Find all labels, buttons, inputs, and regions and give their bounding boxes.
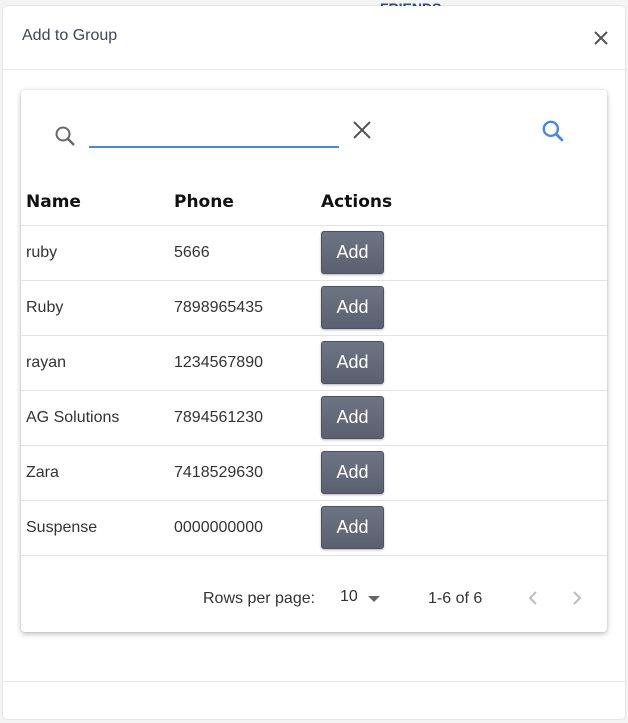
search-submit-icon[interactable] — [540, 118, 566, 144]
add-button[interactable]: Add — [321, 506, 384, 549]
search-bar — [21, 90, 607, 180]
search-icon — [55, 126, 75, 146]
contact-phone: 7898965435 — [174, 279, 321, 335]
table-row: AG Solutions 7894561230 Add — [21, 389, 607, 445]
add-button[interactable]: Add — [321, 451, 384, 494]
contact-phone: 7894561230 — [174, 389, 321, 445]
column-header-actions: Actions — [321, 192, 393, 213]
column-header-phone: Phone — [174, 192, 234, 213]
table-row: rayan 1234567890 Add — [21, 334, 607, 390]
contact-name: Suspense — [21, 499, 174, 556]
contacts-card: Name Phone Actions ruby 5666 Add Ruby 78… — [21, 90, 607, 632]
contact-name: rayan — [21, 334, 174, 390]
close-button[interactable] — [589, 26, 613, 50]
table-row: Zara 7418529630 Add — [21, 444, 607, 500]
table-row: Ruby 7898965435 Add — [21, 279, 607, 335]
next-page-button[interactable] — [565, 586, 589, 610]
contact-name: AG Solutions — [21, 389, 174, 445]
chevron-down-icon — [368, 596, 380, 602]
rows-per-page-label: Rows per page: — [203, 590, 316, 607]
add-to-group-dialog: Add to Group Name Phone Actions ruby 566… — [3, 6, 625, 719]
dialog-title: Add to Group — [22, 27, 118, 44]
rows-per-page-value: 10 — [340, 588, 358, 605]
table-header-row: Name Phone Actions — [21, 180, 607, 225]
add-button[interactable]: Add — [321, 341, 384, 384]
pagination-range: 1-6 of 6 — [428, 590, 483, 607]
add-button[interactable]: Add — [321, 231, 384, 274]
contact-phone: 1234567890 — [174, 334, 321, 390]
contact-phone: 5666 — [174, 224, 321, 280]
table-row: ruby 5666 Add — [21, 224, 607, 280]
contact-name: ruby — [21, 224, 174, 280]
dialog-header: Add to Group — [3, 6, 625, 70]
previous-page-button[interactable] — [521, 586, 545, 610]
add-button[interactable]: Add — [321, 286, 384, 329]
column-header-name: Name — [26, 192, 81, 213]
clear-icon[interactable] — [350, 118, 374, 142]
add-button[interactable]: Add — [321, 396, 384, 439]
rows-per-page-select[interactable]: 10 — [340, 588, 384, 610]
contact-phone: 0000000000 — [174, 499, 321, 556]
contact-name: Zara — [21, 444, 174, 500]
contact-name: Ruby — [21, 279, 174, 335]
search-input[interactable] — [89, 116, 339, 148]
contacts-table: Name Phone Actions ruby 5666 Add Ruby 78… — [21, 180, 607, 556]
contact-phone: 7418529630 — [174, 444, 321, 500]
close-icon — [594, 31, 608, 45]
dialog-footer-divider — [3, 681, 625, 682]
table-pagination: Rows per page: 10 1-6 of 6 — [21, 572, 607, 622]
table-row: Suspense 0000000000 Add — [21, 499, 607, 556]
